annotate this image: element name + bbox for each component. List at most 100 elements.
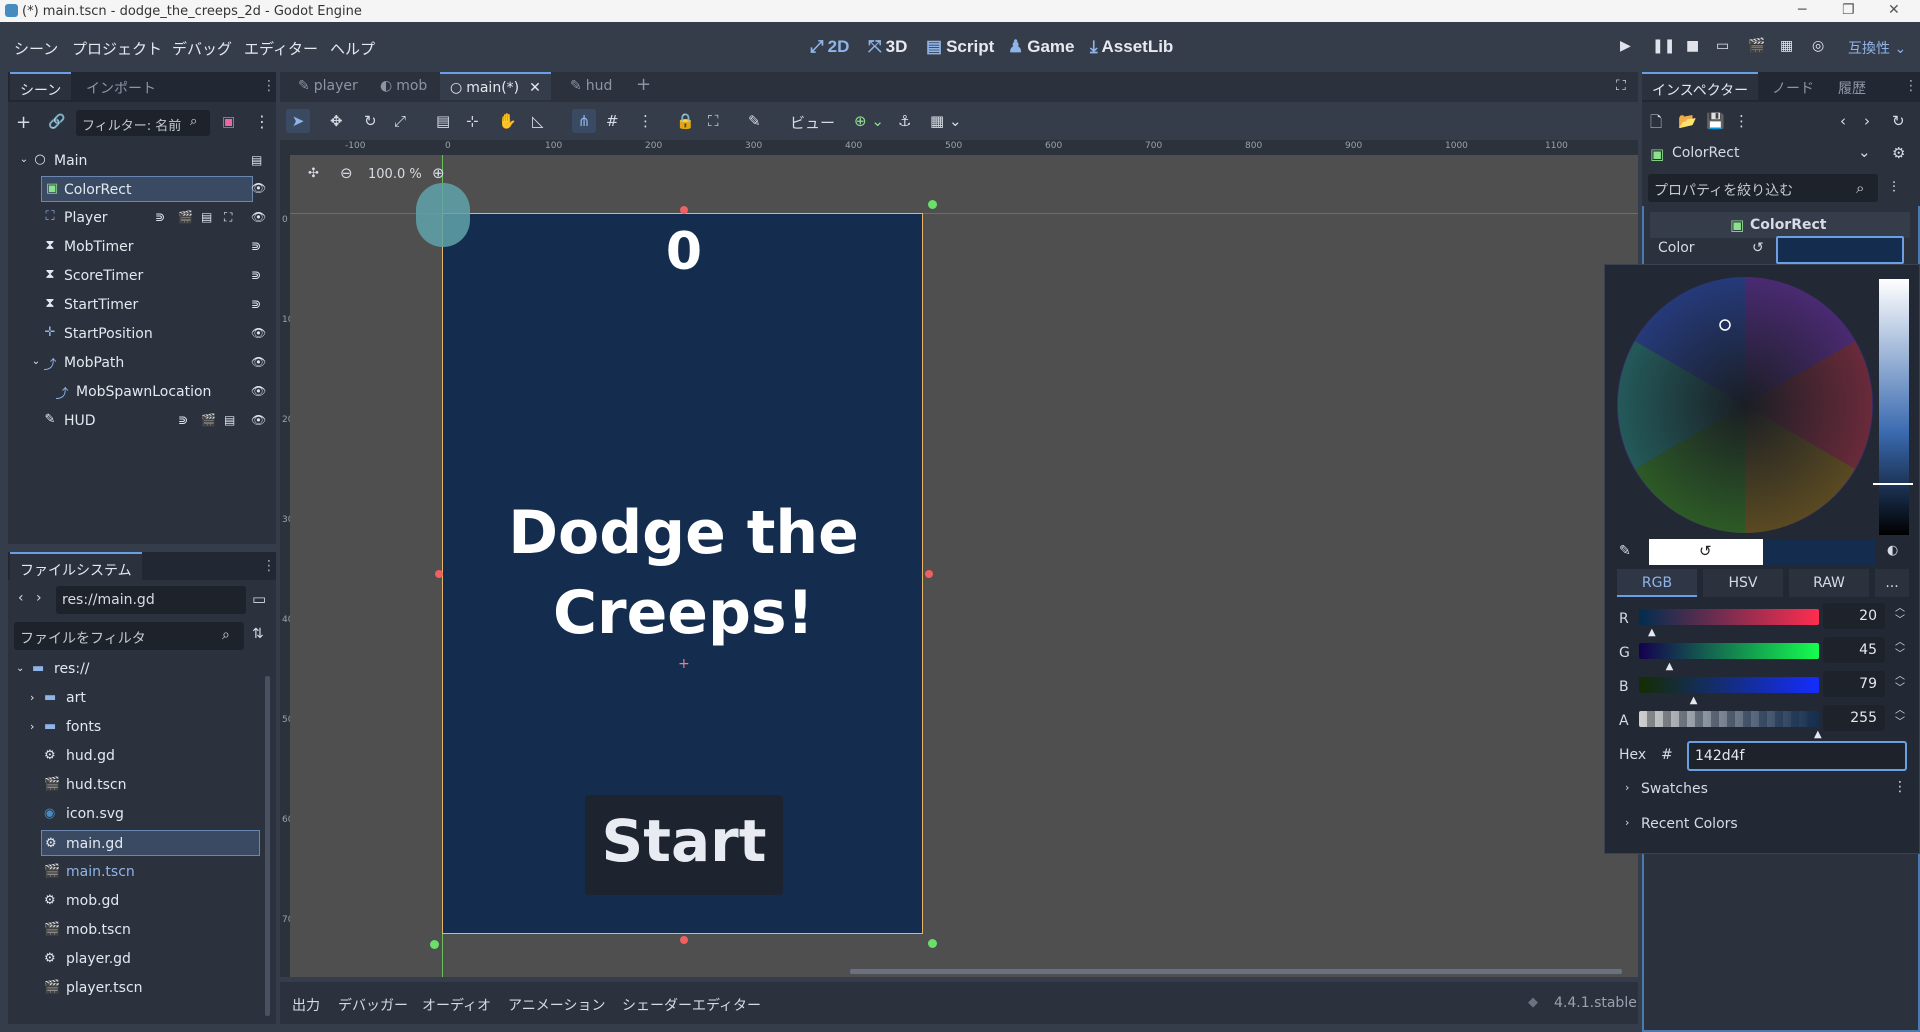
slider-b[interactable] bbox=[1639, 677, 1819, 693]
tree-node-mobtimer[interactable]: ⧗ MobTimer ⋑ bbox=[8, 234, 268, 260]
remote-debug-icon[interactable]: ▭ bbox=[1716, 38, 1729, 54]
filter-options-icon[interactable]: ⫶ bbox=[1892, 178, 1896, 196]
mode-hsv-button[interactable]: HSV bbox=[1703, 569, 1783, 597]
script-icon[interactable]: ▤ bbox=[201, 210, 212, 224]
revert-icon[interactable]: ↺ bbox=[1752, 240, 1764, 256]
slider-g-cursor[interactable]: ▲ bbox=[1666, 661, 1674, 672]
list-select-icon[interactable]: ▤ bbox=[436, 112, 450, 130]
handle-right[interactable] bbox=[925, 570, 933, 578]
back-icon[interactable]: ‹ bbox=[18, 590, 24, 606]
fs-item-art[interactable]: › ▬ art bbox=[8, 685, 268, 711]
pan-tool-icon[interactable]: ✋ bbox=[498, 112, 517, 130]
spin-a-icon[interactable]: ︿ ﹀ bbox=[1895, 705, 1905, 729]
property-filter-input[interactable]: プロパティを絞り込む ⌕ bbox=[1648, 174, 1878, 202]
workspace-script-button[interactable]: ▤ Script bbox=[926, 37, 994, 57]
tab-filesystem[interactable]: ファイルシステム bbox=[10, 552, 142, 580]
play-icon[interactable]: ▶ bbox=[1620, 38, 1631, 54]
anchor-icon[interactable]: ⚓ bbox=[898, 112, 911, 130]
add-node-icon[interactable]: + bbox=[16, 112, 31, 133]
close-tab-icon[interactable]: ✕ bbox=[529, 80, 541, 96]
signal-icon[interactable]: ⋑ bbox=[251, 297, 261, 311]
tab-mob[interactable]: ◐ mob bbox=[370, 72, 437, 100]
tab-shader-editor[interactable]: シェーダーエディター bbox=[622, 995, 761, 1015]
snap-options-icon[interactable]: ⋮ bbox=[638, 112, 653, 130]
tree-node-mobpath[interactable]: ⌄ ⤴ MobPath 👁 bbox=[8, 350, 268, 376]
visibility-eye-icon[interactable]: 👁 bbox=[251, 413, 266, 427]
tree-node-startposition[interactable]: ✛ StartPosition 👁 bbox=[8, 321, 268, 347]
spin-b-icon[interactable]: ︿ ﹀ bbox=[1895, 671, 1905, 695]
fs-item-hud-tscn[interactable]: 🎬 hud.tscn bbox=[8, 772, 268, 798]
menu-scene[interactable]: シーン bbox=[14, 38, 58, 59]
fs-item-player-tscn[interactable]: 🎬 player.tscn bbox=[8, 975, 268, 1001]
dock-menu-icon[interactable]: ⋮ bbox=[1904, 78, 1918, 94]
tab-scene[interactable]: シーン bbox=[10, 72, 72, 100]
dock-menu-icon[interactable]: ⋮ bbox=[262, 558, 276, 574]
swatches-section[interactable]: Swatches bbox=[1641, 781, 1708, 797]
tree-node-hud[interactable]: ✎ HUD ⋑ 🎬 ▤ 👁 bbox=[8, 408, 268, 434]
value-g[interactable]: 45 bbox=[1823, 637, 1885, 663]
signal-icon[interactable]: ⋑ bbox=[251, 268, 261, 282]
spin-g-icon[interactable]: ︿ ﹀ bbox=[1895, 637, 1905, 661]
color-wheel[interactable] bbox=[1617, 277, 1873, 533]
fs-item-main-tscn[interactable]: 🎬 main.tscn bbox=[8, 859, 268, 885]
object-options-icon[interactable]: ⚙ bbox=[1892, 144, 1905, 162]
add-keyframe-icon[interactable]: ⊕ ⌄ bbox=[854, 112, 884, 130]
value-slider[interactable] bbox=[1879, 279, 1909, 535]
slider-a-cursor[interactable]: ▲ bbox=[1814, 729, 1822, 740]
menu-debug[interactable]: デバッグ bbox=[172, 38, 232, 59]
tab-player[interactable]: ✎ player bbox=[288, 72, 368, 100]
tree-node-player[interactable]: ⛶ Player ⋑ 🎬 ▤ ⛶ 👁 bbox=[8, 205, 268, 231]
tree-node-mobspawnlocation[interactable]: ⤴ MobSpawnLocation 👁 bbox=[8, 379, 268, 405]
zoom-out-icon[interactable]: ⊖ bbox=[340, 164, 353, 182]
smart-snap-icon[interactable]: ⋔ bbox=[572, 109, 596, 133]
tree-node-starttimer[interactable]: ⧗ StartTimer ⋑ bbox=[8, 292, 268, 318]
slider-r-cursor[interactable]: ▲ bbox=[1648, 627, 1656, 638]
scene-instance-icon[interactable]: 🎬 bbox=[201, 413, 216, 427]
pivot-tool-icon[interactable]: ⊹ bbox=[466, 112, 479, 130]
color-property-button[interactable] bbox=[1776, 236, 1904, 264]
value-a[interactable]: 255 bbox=[1823, 705, 1885, 731]
zoom-level[interactable]: 100.0 % bbox=[368, 167, 422, 182]
visibility-eye-icon[interactable]: 👁 bbox=[251, 181, 266, 195]
group-icon[interactable]: ⛶ bbox=[708, 112, 719, 130]
hex-input[interactable]: 142d4f bbox=[1687, 741, 1907, 771]
handle-top[interactable] bbox=[680, 206, 688, 214]
new-resource-icon[interactable]: 🗋 bbox=[1650, 112, 1662, 137]
expand-arrow-icon[interactable]: › bbox=[1625, 781, 1629, 794]
menu-project[interactable]: プロジェクト bbox=[72, 38, 162, 59]
fs-item-main-gd[interactable]: ⚙ main.gd bbox=[41, 830, 260, 856]
tree-node-colorrect[interactable]: ▣ ColorRect bbox=[41, 176, 253, 202]
maximize-icon[interactable]: ❐ bbox=[1842, 2, 1855, 18]
anchor-handle[interactable] bbox=[928, 939, 937, 948]
ruler-tool-icon[interactable]: ◺ bbox=[532, 112, 544, 130]
anchor-handle[interactable] bbox=[928, 200, 937, 209]
view-menu[interactable]: ビュー bbox=[790, 112, 835, 133]
tab-audio[interactable]: オーディオ bbox=[422, 995, 491, 1015]
handle-bottom[interactable] bbox=[680, 936, 688, 944]
fs-item-hud-gd[interactable]: ⚙ hud.gd bbox=[8, 743, 268, 769]
history-forward-icon[interactable]: › bbox=[1864, 112, 1870, 130]
mode-more-button[interactable]: ... bbox=[1875, 569, 1909, 597]
movie-maker-icon[interactable]: ◎ bbox=[1812, 38, 1824, 54]
tab-inspector[interactable]: インスペクター bbox=[1642, 72, 1759, 100]
menu-help[interactable]: ヘルプ bbox=[330, 38, 375, 59]
anchor-handle[interactable] bbox=[430, 940, 439, 949]
select-tool-icon[interactable]: ➤ bbox=[286, 109, 310, 133]
attach-script-icon[interactable]: ▣ bbox=[222, 114, 235, 130]
workspace-game-button[interactable]: ♟ Game bbox=[1008, 37, 1075, 57]
object-history-icon[interactable]: ↻ bbox=[1892, 112, 1905, 130]
visibility-eye-icon[interactable]: 👁 bbox=[251, 210, 266, 224]
swatches-menu-icon[interactable]: ⋮ bbox=[1893, 779, 1907, 795]
close-icon[interactable]: ✕ bbox=[1888, 2, 1900, 18]
recent-colors-section[interactable]: Recent Colors bbox=[1641, 816, 1738, 832]
rotate-tool-icon[interactable]: ↻ bbox=[364, 112, 377, 130]
tab-debugger[interactable]: デバッガー bbox=[338, 995, 408, 1015]
visibility-eye-icon[interactable]: 👁 bbox=[251, 384, 266, 398]
fs-item-root[interactable]: ⌄ ▬ res:// bbox=[8, 656, 268, 682]
layout-menu-icon[interactable]: ▦ ⌄ bbox=[930, 112, 962, 130]
grid-snap-icon[interactable]: # bbox=[606, 112, 619, 130]
fs-item-mob-tscn[interactable]: 🎬 mob.tscn bbox=[8, 917, 268, 943]
file-filter-input[interactable]: ファイルをフィルタ ⌕ bbox=[14, 622, 244, 650]
scene-dock-more-icon[interactable]: ⋮ bbox=[254, 112, 270, 131]
visibility-eye-icon[interactable]: 👁 bbox=[251, 326, 266, 340]
